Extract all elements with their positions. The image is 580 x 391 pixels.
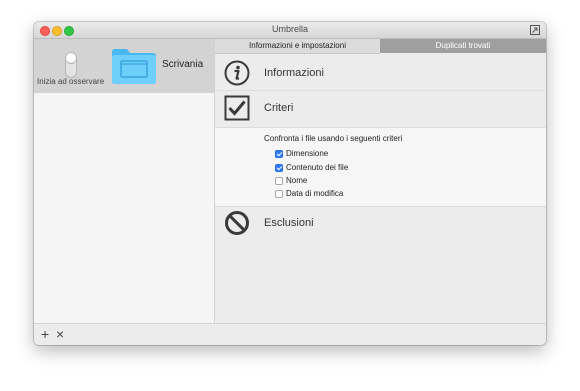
- tab-bar: Informazioni e impostazioni Duplicati tr…: [215, 39, 546, 54]
- modified-date-checkbox[interactable]: [275, 190, 283, 198]
- info-icon: [224, 60, 250, 86]
- checkmark-icon: [224, 95, 250, 121]
- prohibited-icon: [225, 211, 249, 235]
- watch-toggle-label: Inizia ad osservare: [37, 77, 105, 86]
- criteria-panel: Confronta i file usando i seguenti crite…: [215, 127, 546, 207]
- sidebar: Inizia ad osservare Scrivania: [34, 39, 215, 323]
- modified-date-label: Data di modifica: [286, 189, 344, 198]
- folder-icon: [112, 49, 156, 84]
- size-label: Dimensione: [286, 149, 329, 158]
- name-checkbox[interactable]: [275, 177, 283, 185]
- tab-duplicates-found[interactable]: Duplicati trovati: [380, 39, 546, 53]
- toggle-knob: [66, 53, 76, 63]
- fullscreen-icon[interactable]: [530, 25, 540, 35]
- section-exclusions[interactable]: Esclusioni: [215, 206, 546, 240]
- sidebar-item-desktop[interactable]: Inizia ad osservare Scrivania: [34, 39, 214, 93]
- bottom-toolbar: + ×: [34, 323, 546, 345]
- section-information[interactable]: Informazioni: [215, 56, 546, 91]
- section-criteria-label: Criteri: [264, 102, 294, 114]
- watch-toggle[interactable]: [65, 52, 77, 78]
- section-criteria[interactable]: Criteri: [215, 91, 546, 125]
- folder-label: Scrivania: [162, 59, 204, 70]
- criteria-heading: Confronta i file usando i seguenti crite…: [264, 134, 403, 143]
- content-checkbox[interactable]: [275, 164, 283, 172]
- section-exclusions-label: Esclusioni: [264, 217, 314, 229]
- size-checkbox[interactable]: [275, 150, 283, 158]
- add-folder-button[interactable]: +: [41, 326, 49, 342]
- main-content: Informazioni e impostazioni Duplicati tr…: [215, 39, 546, 323]
- section-information-label: Informazioni: [264, 67, 324, 79]
- tab-info-settings[interactable]: Informazioni e impostazioni: [215, 39, 380, 54]
- window-title: Umbrella: [271, 24, 308, 34]
- content-label: Contenuto dei file: [286, 163, 349, 172]
- title-bar: Umbrella: [34, 22, 546, 39]
- app-window: Umbrella Inizia ad osservare Scrivania I…: [34, 22, 546, 345]
- remove-folder-button[interactable]: ×: [56, 326, 64, 342]
- name-label: Nome: [286, 176, 308, 185]
